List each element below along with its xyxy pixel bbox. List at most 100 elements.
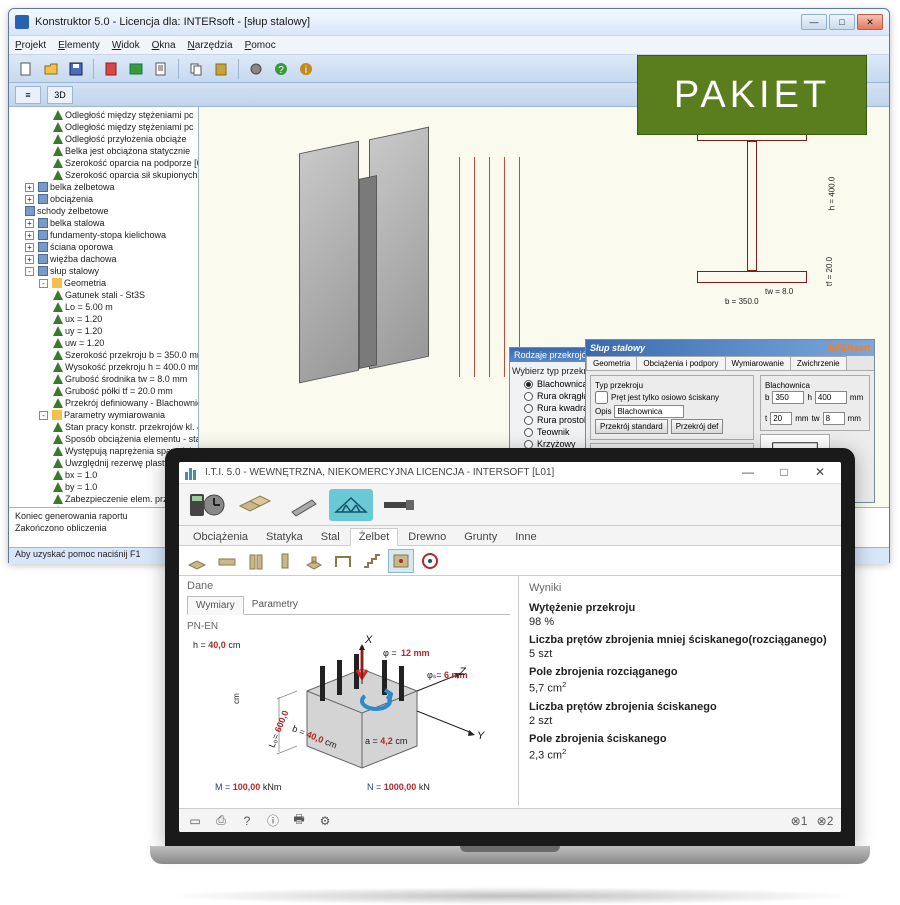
menu-narzedzia[interactable]: Narzędzia [188,40,233,51]
close-button[interactable]: ✕ [857,14,883,30]
tree-item[interactable]: Odległość przyłożenia obciąże [11,133,196,145]
tree-item[interactable]: -słup stalowy [11,265,196,277]
tree-item[interactable]: ux = 1.20 [11,313,196,325]
tree-item[interactable]: Sposób obciążenia elementu - staty [11,433,196,445]
iti-tab-inne[interactable]: Inne [507,529,544,545]
tree-item[interactable]: +belka stalowa [11,217,196,229]
iti-tab-żelbet[interactable]: Żelbet [350,528,399,546]
tree-item[interactable]: Wysokość przekroju h = 400.0 mm [11,361,196,373]
tree-item[interactable]: +więźba dachowa [11,253,196,265]
minimize-button[interactable]: — [801,14,827,30]
target2-icon[interactable]: ⊗2 [817,813,833,829]
tree-item[interactable]: Szerokość oparcia na podporze [60 [11,157,196,169]
report-icon[interactable] [150,58,172,80]
truss-tool-icon[interactable] [329,489,373,521]
tree-item[interactable]: +fundamenty-stopa kielichowa [11,229,196,241]
tree-item[interactable]: Szerokość przekroju b = 350.0 mm [11,349,196,361]
iti-close-button[interactable]: ✕ [805,464,835,482]
sub-foot-icon[interactable] [301,549,327,573]
przekroj-def-button[interactable]: Przekrój def [671,419,724,434]
view-3d-button[interactable]: 3D [47,86,73,104]
paste-icon[interactable] [210,58,232,80]
pret-checkbox[interactable] [595,391,608,404]
ptab-zwichrz[interactable]: Zwichrzenie [790,356,847,370]
tree-item[interactable]: +ściana oporowa [11,241,196,253]
tree-item[interactable]: Gatunek stali - St3S [11,289,196,301]
tree-item[interactable]: Grubość półki tf = 20.0 mm [11,385,196,397]
iti-tab-obciążenia[interactable]: Obciążenia [185,529,256,545]
tree-item[interactable]: +obciążenia [11,193,196,205]
menu-elementy[interactable]: Elementy [58,40,100,51]
tree-item[interactable]: Lo = 5.00 m [11,301,196,313]
sub-section-icon[interactable] [388,549,414,573]
panel-title[interactable]: Słup stalowy INTERsoft [586,340,874,356]
tree-item[interactable]: Stan pracy konstr. przekrojów kl. 4 [11,421,196,433]
ptab-geometria[interactable]: Geometria [586,356,637,370]
menu-widok[interactable]: Widok [112,40,140,51]
canvas-area[interactable]: Rodzaje przekrojów Wybierz typ przekroju… [199,107,889,507]
open-icon[interactable] [40,58,62,80]
view-list-button[interactable]: ≡ [15,86,41,104]
maximize-button[interactable]: □ [829,14,855,30]
tree-item[interactable]: uy = 1.20 [11,325,196,337]
sub-stairs-icon[interactable] [359,549,385,573]
tree-item[interactable]: Belka jest obciążona statycznie [11,145,196,157]
copy-icon[interactable] [185,58,207,80]
sub-wall-icon[interactable] [243,549,269,573]
sub-beam-icon[interactable] [185,549,211,573]
subtab-wymiary[interactable]: Wymiary [187,596,244,615]
tree-item[interactable]: -Geometria [11,277,196,289]
tree-panel[interactable]: Odległość między stężeniami pcOdległość … [9,107,199,507]
help-footer-icon[interactable]: ? [239,813,255,829]
gear-icon[interactable]: ⚙ [317,813,333,829]
blocks-tool-icon[interactable] [233,489,277,521]
tree-item[interactable]: -Parametry wymiarowania [11,409,196,421]
sub-slab-icon[interactable] [214,549,240,573]
iti-titlebar[interactable]: I.T.I. 5.0 - WEWNĘTRZNA, NIEKOMERCYJNA L… [179,462,841,484]
przekroj-std-button[interactable]: Przekrój standard [595,419,668,434]
help-icon[interactable]: ? [270,58,292,80]
t-input[interactable] [770,412,792,425]
menu-pomoc[interactable]: Pomoc [245,40,276,51]
tree-item[interactable]: Grubość środnika tw = 8.0 mm [11,373,196,385]
menu-okna[interactable]: Okna [152,40,176,51]
ptab-wymiar[interactable]: Wymiarowanie [725,356,791,370]
wrench-tool-icon[interactable] [377,489,421,521]
calc-tool-icon[interactable] [185,489,229,521]
settings-icon[interactable] [245,58,267,80]
iti-maximize-button[interactable]: □ [769,464,799,482]
save-doc-icon[interactable]: ⎙ [213,813,229,829]
sub-reinforcement-icon[interactable] [417,549,443,573]
info-icon[interactable]: i [295,58,317,80]
opis-input[interactable] [614,405,684,418]
h-input[interactable] [815,391,847,404]
sub-column-icon[interactable] [272,549,298,573]
tree-item[interactable]: +belka żelbetowa [11,181,196,193]
iti-minimize-button[interactable]: — [733,464,763,482]
iti-tab-stal[interactable]: Stal [313,529,348,545]
iti-tab-drewno[interactable]: Drewno [400,529,454,545]
target1-icon[interactable]: ⊗1 [791,813,807,829]
tree-item[interactable]: Odległość między stężeniami pc [11,121,196,133]
print-icon[interactable]: 🖶 [291,813,307,829]
trowel-tool-icon[interactable] [281,489,325,521]
subtab-parametry[interactable]: Parametry [244,596,306,614]
sub-frame-icon[interactable] [330,549,356,573]
save-icon[interactable] [65,58,87,80]
ptab-obciazenia[interactable]: Obciążenia i podpory [636,356,725,370]
tree-item[interactable]: schody żelbetowe [11,205,196,217]
new-icon[interactable] [15,58,37,80]
tree-item[interactable]: Szerokość oparcia sił skupionych [11,169,196,181]
tree-item[interactable]: Przekrój definiowany - Blachownica [11,397,196,409]
calc-icon[interactable] [100,58,122,80]
titlebar[interactable]: Konstruktor 5.0 - Licencja dla: INTERsof… [9,9,889,35]
b-input[interactable] [772,391,804,404]
tw-input[interactable] [823,412,845,425]
iti-tab-statyka[interactable]: Statyka [258,529,311,545]
run-icon[interactable] [125,58,147,80]
tree-item[interactable]: uw = 1.20 [11,337,196,349]
new-doc-icon[interactable]: ▭ [187,813,203,829]
tree-item[interactable]: Odległość między stężeniami pc [11,109,196,121]
iti-tab-grunty[interactable]: Grunty [456,529,505,545]
info-footer-icon[interactable]: ⓘ [265,813,281,829]
